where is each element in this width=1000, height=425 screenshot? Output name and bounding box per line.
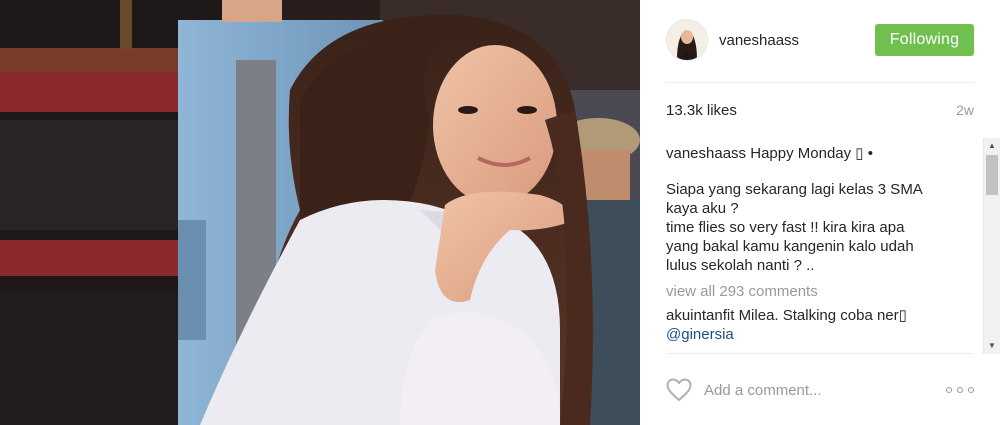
avatar[interactable] (666, 19, 708, 61)
author-username[interactable]: vaneshaass (719, 32, 799, 49)
comment-username[interactable]: akuintanfit (666, 307, 734, 324)
caption-first-text: Happy Monday ▯ • (750, 145, 873, 162)
more-options-icon[interactable] (946, 378, 974, 402)
post-details-panel: vaneshaass Following 13.3k likes 2w vane… (640, 0, 1000, 425)
caption-username[interactable]: vaneshaass (666, 145, 746, 162)
caption-first-line: vaneshaass Happy Monday ▯ • (666, 144, 980, 163)
scroll-up-arrow-icon[interactable]: ▲ (984, 138, 1000, 154)
likes-row: 13.3k likes 2w (666, 102, 974, 119)
scrollbar-thumb[interactable] (986, 155, 998, 195)
comment-item: akuintanfit Milea. Stalking coba ner▯ @g… (666, 306, 980, 344)
add-comment-bar (666, 370, 974, 410)
header-divider (666, 82, 974, 83)
caption-body: Siapa yang sekarang lagi kelas 3 SMA kay… (666, 181, 923, 274)
likes-count[interactable]: 13.3k likes (666, 102, 737, 119)
view-all-comments-link[interactable]: view all 293 comments (666, 282, 980, 301)
heart-outline-icon[interactable] (666, 378, 692, 402)
comments-scrollbar[interactable]: ▲ ▼ (983, 138, 1000, 354)
comment-mention[interactable]: @ginersia (666, 326, 734, 343)
post-age[interactable]: 2w (956, 102, 974, 119)
add-comment-input[interactable] (704, 376, 940, 404)
comments-list[interactable]: vaneshaass Happy Monday ▯ • Siapa yang s… (666, 144, 980, 350)
more-dot (946, 387, 952, 393)
comments-divider (666, 353, 974, 354)
post-header: vaneshaass Following (666, 16, 974, 64)
comment-text: Milea. Stalking coba ner▯ (738, 307, 907, 324)
more-dot (957, 387, 963, 393)
more-dot (968, 387, 974, 393)
post-photo[interactable] (0, 0, 640, 425)
following-button[interactable]: Following (875, 24, 974, 56)
scroll-down-arrow-icon[interactable]: ▼ (984, 338, 1000, 354)
